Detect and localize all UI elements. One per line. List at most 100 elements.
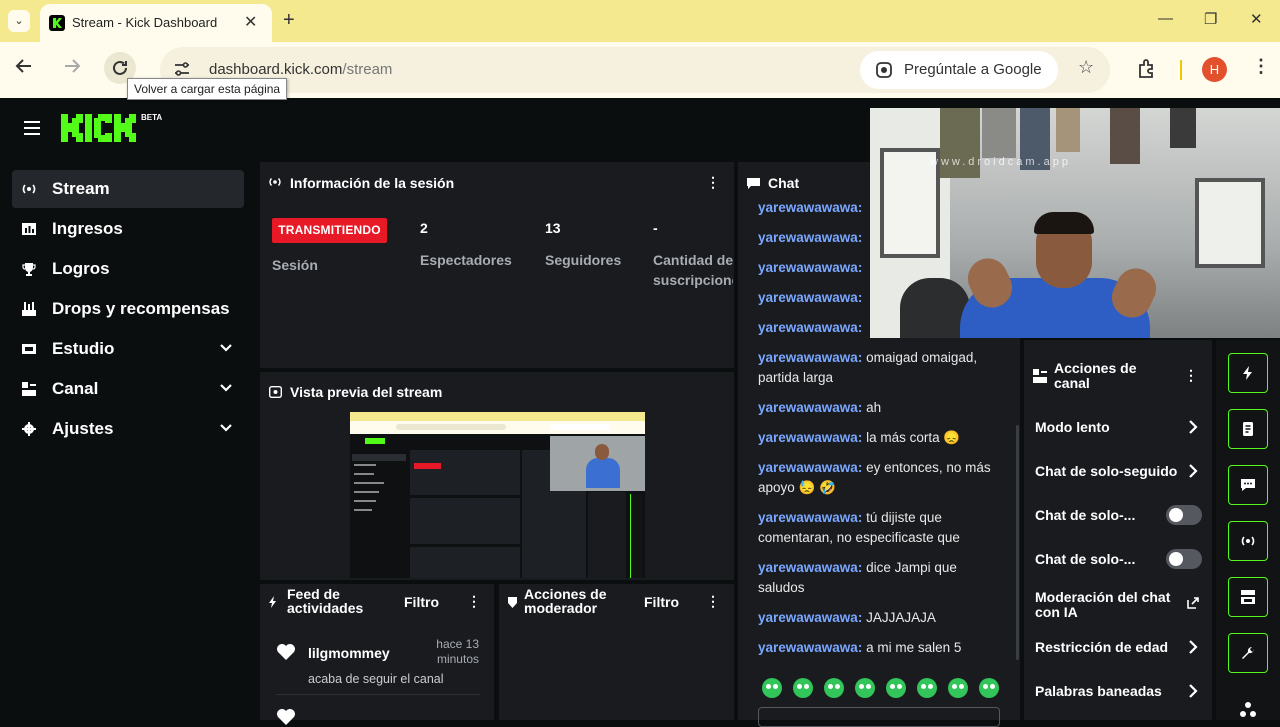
- wrench-icon: [1242, 646, 1255, 659]
- chevron-down-icon[interactable]: [220, 384, 232, 392]
- chat-only-toggle-1[interactable]: [1166, 505, 1202, 525]
- browser-tab[interactable]: Stream - Kick Dashboard ✕: [40, 4, 272, 42]
- new-tab-button[interactable]: +: [283, 9, 295, 32]
- sidebar-item-ajustes[interactable]: Ajustes: [12, 410, 244, 448]
- mod-filter-button[interactable]: Filtro: [644, 594, 679, 610]
- more-tools-icon[interactable]: [1239, 700, 1257, 718]
- reload-tooltip: Volver a cargar esta página: [127, 78, 288, 100]
- sidebar-item-stream[interactable]: Stream: [12, 170, 244, 208]
- chevron-right-icon[interactable]: [1188, 420, 1198, 434]
- chat-only-item-1: Chat de solo-...: [1035, 507, 1136, 523]
- tab-close-button[interactable]: ✕: [244, 12, 257, 32]
- chat-title: Chat: [768, 175, 800, 191]
- url-text[interactable]: dashboard.kick.com/stream: [209, 61, 392, 78]
- chevron-right-icon[interactable]: [1188, 464, 1198, 478]
- sidebar-item-canal[interactable]: Canal: [12, 370, 244, 408]
- chat-scrollbar[interactable]: [1016, 425, 1019, 660]
- stream-preview-title: Vista previa del stream: [290, 384, 443, 400]
- sidebar-item-label: Estudio: [52, 339, 115, 358]
- chat-message: yarewawawawa: JAJJAJAJA: [758, 610, 936, 625]
- age-restriction-item[interactable]: Restricción de edad: [1035, 640, 1168, 655]
- feed-menu-icon[interactable]: ⋮: [467, 593, 481, 610]
- chat-only-toggle-2[interactable]: [1166, 549, 1202, 569]
- feed-divider: [276, 694, 480, 695]
- emote-icon[interactable]: [793, 678, 813, 698]
- ai-moderation-item[interactable]: Moderación del chat con IA: [1035, 590, 1170, 620]
- back-button[interactable]: [14, 56, 34, 76]
- sidebar-item-label: Stream: [52, 179, 110, 198]
- chat-bubble-icon: [1241, 479, 1255, 491]
- feed-filter-button[interactable]: Filtro: [404, 594, 439, 610]
- sidebar-item-ingresos[interactable]: Ingresos: [12, 210, 244, 248]
- broadcast-icon: [22, 184, 36, 194]
- gear-icon: [22, 422, 36, 436]
- banned-words-item[interactable]: Palabras baneadas: [1035, 684, 1162, 699]
- sidebar-item-estudio[interactable]: Estudio: [12, 330, 244, 368]
- chevron-right-icon[interactable]: [1188, 640, 1198, 654]
- hamburger-menu-icon[interactable]: [24, 121, 40, 135]
- sidebar-item-drops[interactable]: Drops y recompensas: [12, 290, 244, 328]
- live-status-badge: TRANSMITIENDO: [272, 218, 387, 243]
- sidebar-item-label: Ajustes: [52, 419, 114, 438]
- heart-icon: [277, 644, 295, 660]
- chevron-right-icon[interactable]: [1188, 684, 1198, 698]
- omnibox[interactable]: dashboard.kick.com/stream Pregúntale a G…: [160, 47, 1110, 93]
- emote-icon[interactable]: [886, 678, 906, 698]
- tools-button[interactable]: [1228, 633, 1268, 673]
- emote-icon[interactable]: [824, 678, 844, 698]
- restore-button[interactable]: ❐: [1204, 10, 1217, 28]
- emote-icon[interactable]: [762, 678, 782, 698]
- window-close-button[interactable]: ✕: [1250, 10, 1263, 28]
- quick-actions-button[interactable]: [1228, 353, 1268, 393]
- minimize-button[interactable]: —: [1158, 10, 1173, 27]
- sidebar-item-logros[interactable]: Logros: [12, 250, 244, 288]
- mod-menu-icon[interactable]: ⋮: [706, 593, 720, 610]
- emote-icon[interactable]: [855, 678, 875, 698]
- chevron-down-icon[interactable]: [220, 344, 232, 352]
- sidebar-item-label: Ingresos: [52, 219, 123, 238]
- toolbar-divider: [1180, 60, 1182, 80]
- chat-button[interactable]: [1228, 465, 1268, 505]
- feed-item-user[interactable]: lilgmommey: [308, 645, 390, 661]
- chevron-down-icon[interactable]: [220, 424, 232, 432]
- extensions-icon[interactable]: [1136, 58, 1158, 80]
- mod-actions-title: Acciones de moderador: [524, 586, 607, 616]
- channel-actions-panel: [1024, 340, 1212, 720]
- emote-icon[interactable]: [948, 678, 968, 698]
- session-menu-icon[interactable]: ⋮: [706, 174, 720, 191]
- ask-google-button[interactable]: Pregúntale a Google: [860, 51, 1058, 89]
- emote-icon[interactable]: [917, 678, 937, 698]
- site-settings-icon[interactable]: [174, 61, 190, 77]
- slow-mode-item[interactable]: Modo lento: [1035, 420, 1110, 435]
- channel-icon: [22, 382, 36, 396]
- tab-title: Stream - Kick Dashboard: [72, 15, 218, 30]
- notes-button[interactable]: [1228, 409, 1268, 449]
- viewers-label: Espectadores: [420, 252, 512, 268]
- profile-avatar[interactable]: H: [1202, 57, 1227, 82]
- broadcast-icon: [1241, 536, 1255, 546]
- ask-google-label: Pregúntale a Google: [904, 61, 1042, 78]
- kick-logo[interactable]: [61, 114, 141, 142]
- chat-message: yarewawawawa: tú dijiste que comentaran, …: [758, 510, 960, 545]
- webcam-overlay: www.droidcam.app: [870, 108, 1280, 338]
- layout-button[interactable]: [1228, 577, 1268, 617]
- tab-list-button[interactable]: ⌄: [8, 10, 30, 32]
- bolt-icon: [269, 596, 276, 608]
- beta-badge: BETA: [141, 113, 163, 122]
- forward-button[interactable]: [62, 56, 82, 76]
- broadcast-button[interactable]: [1228, 521, 1268, 561]
- session-info-title: Información de la sesión: [290, 175, 455, 191]
- stream-preview-video[interactable]: [350, 412, 645, 578]
- preview-icon: [269, 386, 282, 398]
- heart-icon: [277, 709, 295, 725]
- subs-value: -: [653, 220, 658, 236]
- channel-actions-menu-icon[interactable]: ⋮: [1184, 367, 1198, 384]
- followers-only-item[interactable]: Chat de solo-seguido: [1035, 464, 1181, 479]
- bookmark-star-icon[interactable]: ☆: [1078, 57, 1094, 78]
- chat-message: yarewawawawa: dice Jampi que saludos: [758, 560, 957, 595]
- chat-input[interactable]: [758, 707, 1000, 727]
- emote-icon[interactable]: [979, 678, 999, 698]
- external-link-icon[interactable]: [1187, 597, 1199, 609]
- browser-menu-icon[interactable]: ⋮: [1252, 56, 1270, 77]
- chat-bubble-icon: [747, 178, 760, 189]
